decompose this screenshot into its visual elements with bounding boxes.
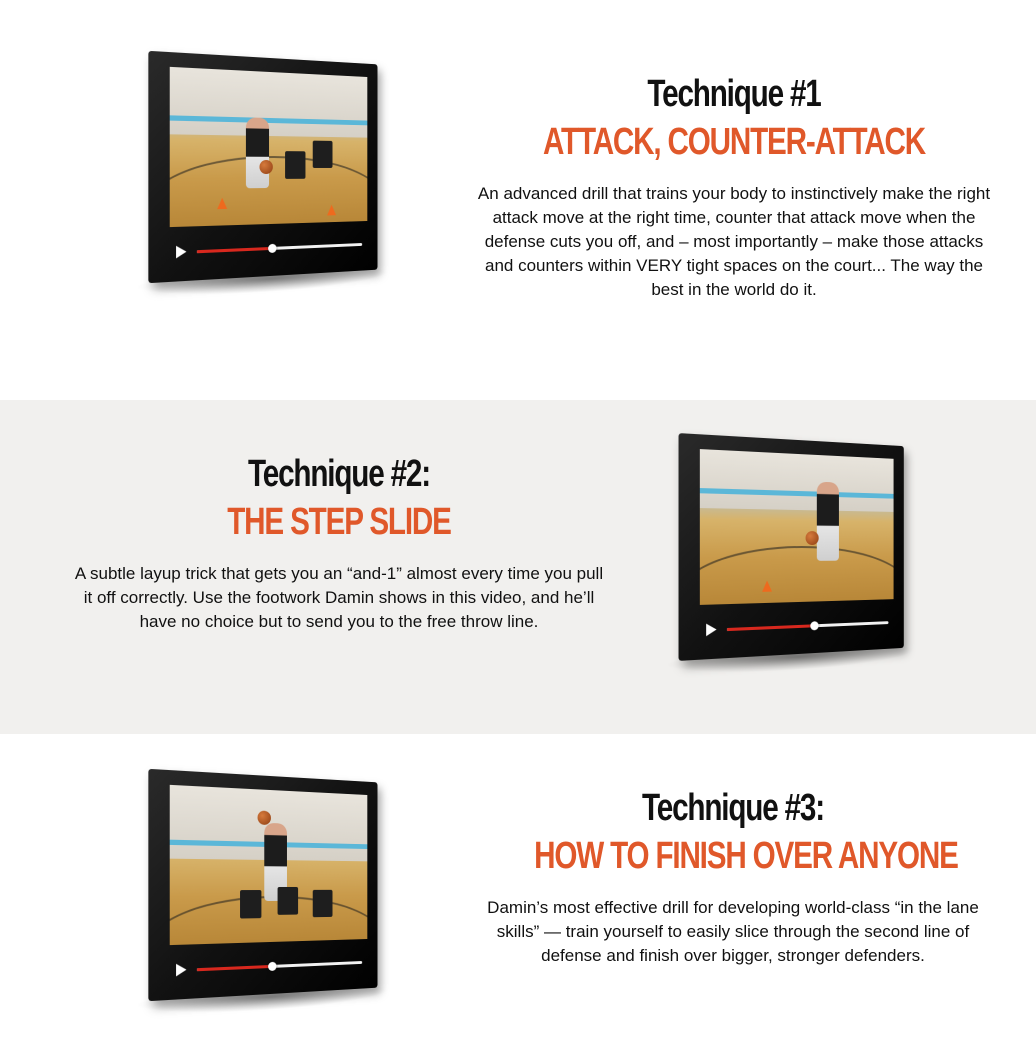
- play-icon[interactable]: [176, 245, 187, 259]
- technique-text-1: Technique #1 ATTACK, COUNTER-ATTACK An a…: [470, 72, 998, 302]
- play-icon[interactable]: [176, 963, 187, 977]
- technique-name: ATTACK, COUNTER-ATTACK: [542, 121, 926, 163]
- progress-knob[interactable]: [267, 961, 277, 972]
- chair: [312, 141, 333, 169]
- technique-text-2: Technique #2: THE STEP SLIDE A subtle la…: [72, 452, 606, 634]
- progress-track[interactable]: [726, 621, 889, 632]
- technique-section-3: Technique #3: HOW TO FINISH OVER ANYONE …: [0, 734, 1036, 1064]
- technique-text-3: Technique #3: HOW TO FINISH OVER ANYONE …: [478, 786, 988, 968]
- progress-fill: [726, 624, 815, 632]
- cone: [762, 580, 773, 592]
- technique-label: Technique #2:: [248, 453, 431, 495]
- player-figure: [817, 481, 840, 561]
- chair: [312, 890, 333, 918]
- technique-description: Damin’s most effective drill for develop…: [487, 898, 979, 965]
- video-thumbnail-2[interactable]: [665, 433, 916, 679]
- gym-wall: [699, 449, 894, 513]
- video-screen: [169, 784, 368, 946]
- technique-name: HOW TO FINISH OVER ANYONE: [534, 835, 959, 877]
- cone: [327, 204, 337, 216]
- technique-label: Technique #3:: [642, 787, 825, 829]
- chair: [285, 151, 306, 179]
- progress-track[interactable]: [196, 961, 363, 972]
- progress-fill: [196, 964, 272, 972]
- video-thumbnail-3[interactable]: [135, 768, 390, 1020]
- video-thumbnail-1[interactable]: [135, 50, 390, 302]
- technique-name: THE STEP SLIDE: [227, 501, 452, 543]
- technique-label: Technique #1: [647, 73, 821, 115]
- progress-fill: [196, 246, 272, 254]
- chair: [239, 890, 262, 919]
- progress-knob[interactable]: [810, 621, 820, 631]
- technique-section-2: Technique #2: THE STEP SLIDE A subtle la…: [0, 400, 1036, 734]
- technique-description: An advanced drill that trains your body …: [477, 184, 991, 299]
- video-screen: [169, 66, 368, 228]
- technique-section-1: Technique #1 ATTACK, COUNTER-ATTACK An a…: [0, 0, 1036, 400]
- technique-description: A subtle layup trick that gets you an “a…: [74, 564, 604, 631]
- court-line: [169, 895, 368, 946]
- court-line: [699, 545, 894, 605]
- cone: [216, 197, 227, 209]
- play-icon[interactable]: [706, 623, 717, 637]
- progress-knob[interactable]: [267, 243, 277, 254]
- player-figure: [245, 116, 269, 188]
- basketball: [805, 531, 819, 545]
- progress-track[interactable]: [196, 243, 363, 254]
- video-screen: [699, 449, 894, 605]
- chair: [277, 887, 299, 916]
